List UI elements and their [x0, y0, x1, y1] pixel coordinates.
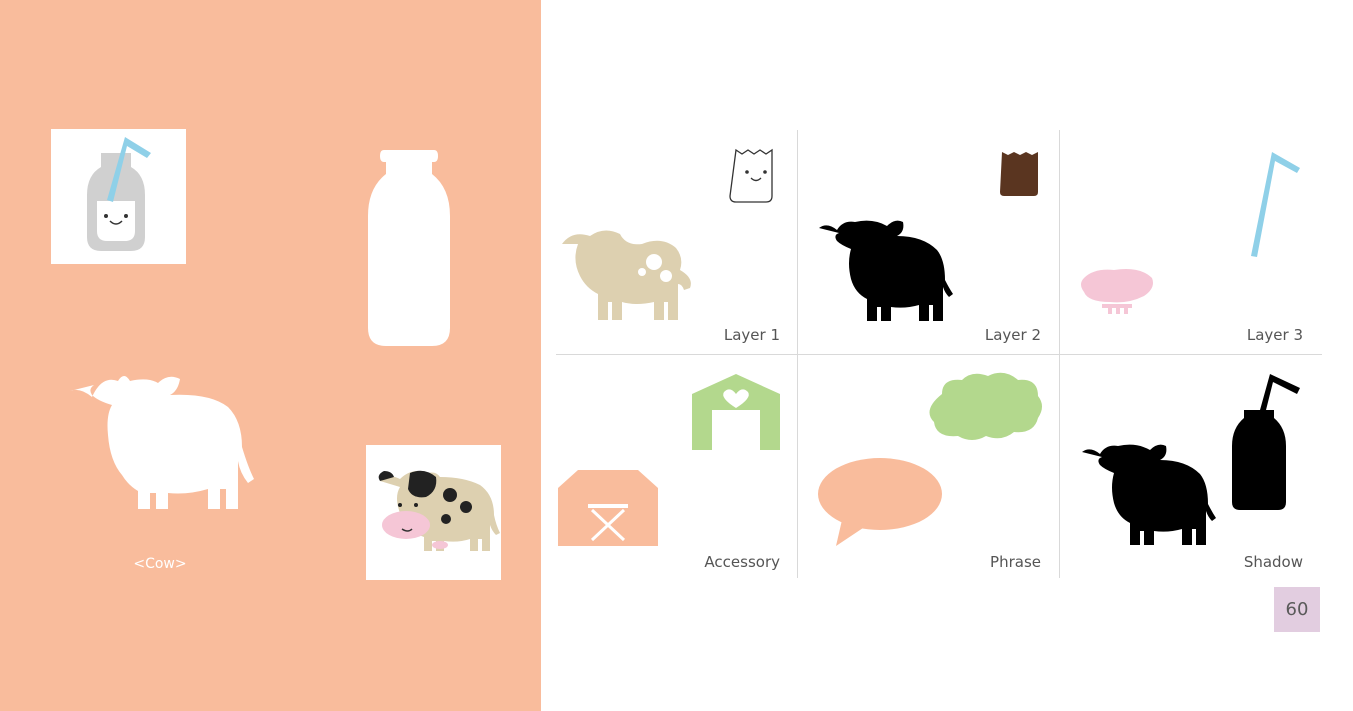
layer-1-label: Layer 1: [723, 326, 780, 344]
left-panel: <Milk> <Cow>: [0, 0, 541, 711]
cow-black-shape: [819, 220, 953, 321]
shadow-label: Shadow: [1243, 553, 1303, 571]
milk-face-outline-icon: [729, 148, 773, 203]
straw-icon: [1251, 152, 1300, 257]
cow-label: <Cow>: [133, 556, 187, 572]
page-number-badge: 60: [1274, 587, 1320, 632]
speech-bubble-icon: [818, 458, 942, 546]
nose-udder-shape: [1081, 269, 1153, 314]
cloud-bubble-icon: [929, 372, 1042, 440]
chocolate-milk-icon: [1000, 152, 1038, 196]
milk-label: <Milk>: [380, 325, 432, 341]
milk-thumbnail: [51, 129, 186, 264]
grid-divider-vertical-1: [797, 130, 798, 578]
cow-shadow-shape: [1082, 444, 1216, 545]
cow-tan-body-shape: [562, 230, 691, 320]
cow-thumbnail: [366, 445, 501, 580]
barn-green-icon: [692, 374, 780, 450]
layer-3-label: Layer 3: [1246, 326, 1303, 344]
cow-silhouette: [70, 376, 254, 509]
milk-bottle-icon: [87, 137, 151, 251]
barn-peach-icon: [558, 470, 658, 546]
layer-2-label: Layer 2: [984, 326, 1041, 344]
accessory-label: Accessory: [704, 553, 780, 571]
grid-divider-vertical-2: [1059, 130, 1060, 578]
phrase-label: Phrase: [990, 553, 1041, 571]
grid-divider-horizontal: [556, 354, 1322, 355]
milk-bottle-shadow-shape: [1232, 374, 1300, 510]
milk-silhouette: [368, 150, 450, 346]
cow-icon: [378, 470, 500, 551]
